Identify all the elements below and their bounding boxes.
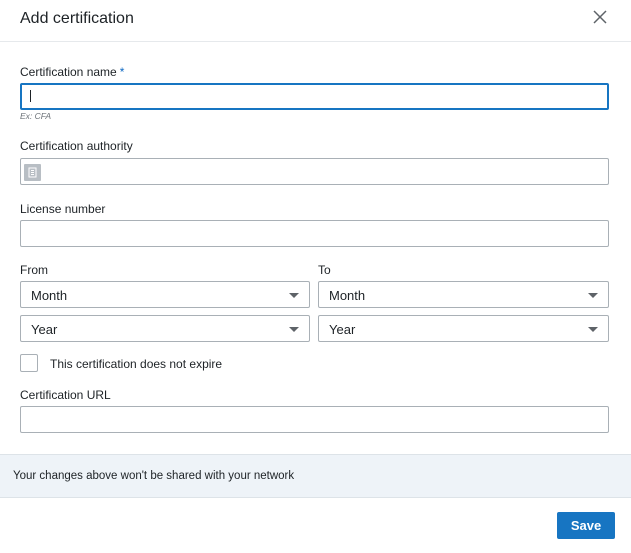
chevron-down-icon: [588, 327, 598, 332]
to-month-value: Month: [329, 288, 366, 303]
from-year-select[interactable]: Year: [20, 315, 310, 342]
certification-name-hint: Ex: CFA: [20, 111, 52, 121]
company-icon: [24, 164, 41, 181]
required-marker: *: [119, 65, 125, 79]
chevron-down-icon: [289, 327, 299, 332]
no-expire-checkbox[interactable]: [20, 354, 38, 372]
dialog-title: Add certification: [20, 10, 134, 27]
save-button[interactable]: Save: [557, 512, 615, 539]
certification-authority-input[interactable]: [20, 158, 609, 185]
certification-authority-label: Certification authority: [20, 139, 133, 153]
from-year-value: Year: [31, 322, 58, 337]
privacy-notice: Your changes above won't be shared with …: [0, 454, 631, 498]
chevron-down-icon: [588, 293, 598, 298]
certification-name-input[interactable]: [20, 83, 609, 110]
text-caret: [30, 90, 31, 102]
chevron-down-icon: [289, 293, 299, 298]
from-month-value: Month: [31, 288, 68, 303]
dialog-header: Add certification: [0, 0, 631, 42]
to-label: To: [318, 263, 331, 277]
from-month-select[interactable]: Month: [20, 281, 310, 308]
to-year-value: Year: [329, 322, 356, 337]
license-number-input[interactable]: [20, 220, 609, 247]
license-number-label: License number: [20, 202, 106, 216]
from-label: From: [20, 263, 48, 277]
certification-url-label: Certification URL: [20, 388, 111, 402]
certification-name-label-text: Certification name: [20, 65, 117, 79]
to-year-select[interactable]: Year: [318, 315, 609, 342]
to-month-select[interactable]: Month: [318, 281, 609, 308]
no-expire-label[interactable]: This certification does not expire: [50, 357, 222, 371]
certification-url-input[interactable]: [20, 406, 609, 433]
close-icon[interactable]: [590, 7, 610, 27]
add-certification-dialog: Add certification Certification name * Ex…: [0, 0, 631, 553]
certification-name-label: Certification name *: [20, 65, 124, 79]
privacy-notice-text: Your changes above won't be shared with …: [13, 470, 295, 482]
